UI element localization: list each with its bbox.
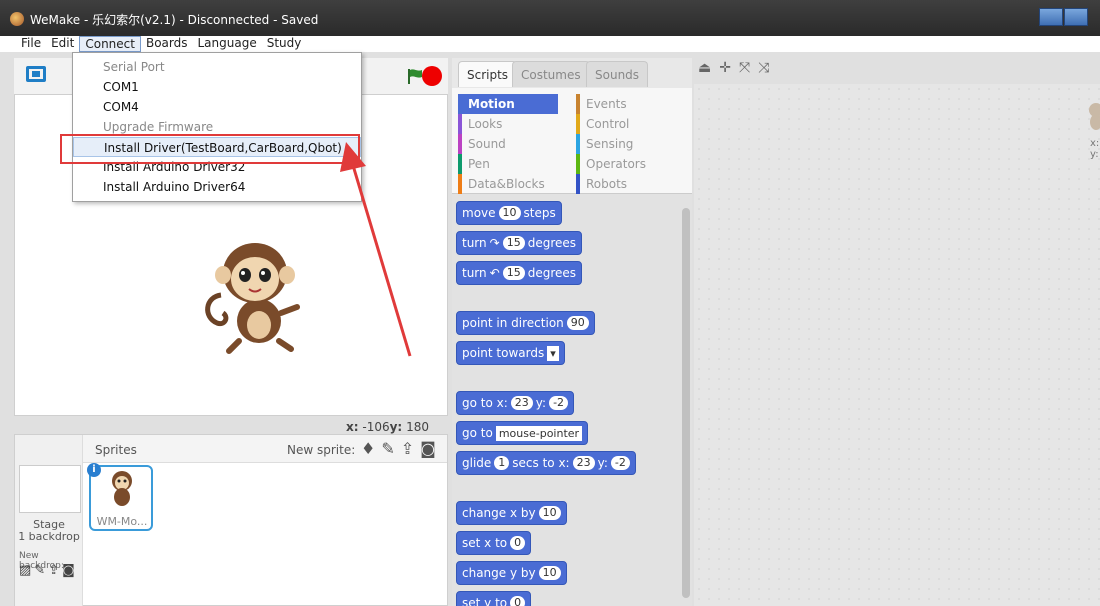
annotation-arrow xyxy=(340,142,412,357)
app-window: WeMake - 乐幻索尔(v2.1) - Disconnected - Sav… xyxy=(0,0,1100,606)
